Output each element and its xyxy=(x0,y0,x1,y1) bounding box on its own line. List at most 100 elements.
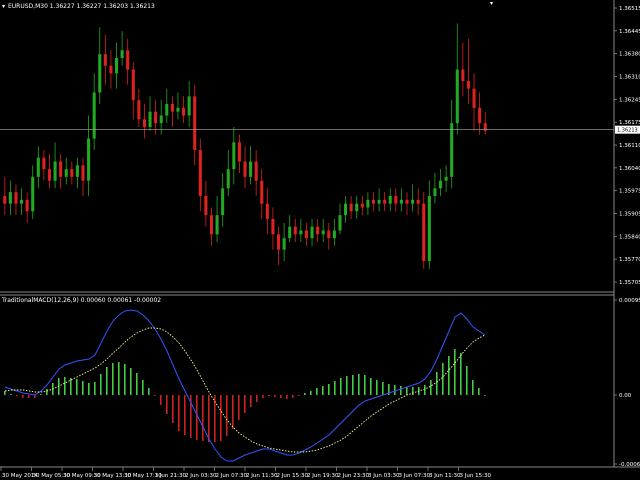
histogram-bar xyxy=(136,373,138,395)
candle-body xyxy=(64,169,68,177)
shift-marker-icon[interactable]: ▾ xyxy=(490,0,493,7)
candle-body xyxy=(221,188,225,216)
time-tick-label: 3 Jun 03:30 xyxy=(368,473,400,479)
histogram-bar xyxy=(382,382,384,395)
time-tick-label: 3 Jun 15:30 xyxy=(460,473,492,479)
price-tick-label: 1.36175 xyxy=(619,120,640,126)
histogram-bar xyxy=(448,356,450,395)
histogram-bar xyxy=(472,380,474,395)
histogram-bar xyxy=(268,395,270,396)
histogram-bar xyxy=(436,372,438,395)
histogram-bar xyxy=(424,385,426,395)
price-tick-label: 1.36515 xyxy=(619,6,640,12)
candle-body xyxy=(131,69,135,101)
histogram-bar xyxy=(160,395,162,405)
candle-body xyxy=(249,161,253,177)
candle-body xyxy=(204,196,208,216)
histogram-bar xyxy=(460,353,462,395)
histogram-bar xyxy=(166,395,168,414)
candle-body xyxy=(321,230,325,235)
time-tick-label: 3 Jun 07:30 xyxy=(399,473,431,479)
histogram-bar xyxy=(478,388,480,395)
price-tick-label: 1.36040 xyxy=(619,166,640,172)
histogram-bar xyxy=(280,395,282,398)
price-tick-label: 1.35705 xyxy=(619,280,640,286)
histogram-bar xyxy=(484,395,486,396)
histogram-bar xyxy=(274,395,276,397)
candle-body xyxy=(98,54,102,93)
histogram-bar xyxy=(442,363,444,395)
histogram-bar xyxy=(370,378,372,395)
histogram-bar xyxy=(118,362,120,395)
candle-body xyxy=(31,176,35,212)
histogram-bar xyxy=(196,395,198,440)
candle-body xyxy=(304,230,308,239)
time-tick-label: 2 Jun 19:30 xyxy=(307,473,339,479)
price-tick-label: 1.35905 xyxy=(619,212,640,218)
candle-body xyxy=(170,104,174,112)
candle-body xyxy=(293,226,297,235)
candle-body xyxy=(416,199,420,204)
time-tick-label: 3 Jun 11:30 xyxy=(429,473,461,479)
candle-body xyxy=(209,215,214,235)
candle-body xyxy=(87,138,91,181)
histogram-bar xyxy=(130,368,132,395)
histogram-bar xyxy=(94,382,96,395)
candle-body xyxy=(14,192,18,204)
candle-body xyxy=(154,111,158,124)
candle-body xyxy=(327,230,331,239)
price-tick-label: 1.35975 xyxy=(619,189,640,195)
candle-body xyxy=(47,169,52,181)
candle-body xyxy=(215,215,219,235)
candle-body xyxy=(260,180,264,204)
histogram-bar xyxy=(466,366,468,395)
candle-body xyxy=(271,219,275,235)
candle-body xyxy=(422,203,426,262)
candle-body xyxy=(109,65,113,74)
time-tick-label: 1 Jun 21:30 xyxy=(155,473,187,479)
histogram-bar xyxy=(244,395,246,413)
collapse-arrow-icon[interactable]: ▾ xyxy=(2,3,5,10)
histogram-bar xyxy=(262,395,264,398)
candle-body xyxy=(282,238,286,250)
candle-body xyxy=(159,115,163,124)
histogram-bar xyxy=(220,395,222,441)
histogram-bar xyxy=(394,385,396,395)
macd-header: TraditionalMACD(12,26,9) 0.00060 0.00061… xyxy=(1,297,161,304)
candle-body xyxy=(193,96,197,150)
candle-body xyxy=(165,104,169,116)
candle-body xyxy=(371,199,376,204)
candle-body xyxy=(126,50,130,70)
candle-body xyxy=(377,199,381,204)
candle-body xyxy=(310,226,314,239)
histogram-bar xyxy=(64,377,66,395)
candle-body xyxy=(405,199,409,204)
candle-body xyxy=(182,107,186,116)
candle-body xyxy=(187,96,191,116)
histogram-bar xyxy=(232,395,234,429)
candle-body xyxy=(265,203,269,219)
histogram-bar xyxy=(400,386,402,395)
histogram-bar xyxy=(352,375,354,395)
histogram-bar xyxy=(358,374,360,395)
candle-body xyxy=(344,203,348,216)
trading-chart[interactable]: 1.36515 1.36445 1.36380 1.36310 1.36245 1.361… xyxy=(0,0,640,480)
histogram-bar xyxy=(238,395,240,420)
price-tick-label: 1.36445 xyxy=(619,29,640,35)
candle-body xyxy=(148,111,152,127)
current-price-label: 1.36213 xyxy=(617,128,638,134)
histogram-bar xyxy=(310,391,312,395)
histogram-bar xyxy=(178,395,180,431)
candle-body xyxy=(70,169,74,177)
histogram-bar xyxy=(286,395,288,399)
histogram-bar xyxy=(250,395,252,407)
candle-body xyxy=(455,69,459,124)
histogram-bar xyxy=(376,380,378,395)
candle-body xyxy=(355,203,359,212)
histogram-bar xyxy=(16,395,18,396)
histogram-bar xyxy=(364,375,366,395)
candle-body xyxy=(433,188,437,196)
histogram-bar xyxy=(106,367,108,395)
time-tick-label: 2 Jun 15:30 xyxy=(277,473,309,479)
candle-body xyxy=(466,81,470,89)
